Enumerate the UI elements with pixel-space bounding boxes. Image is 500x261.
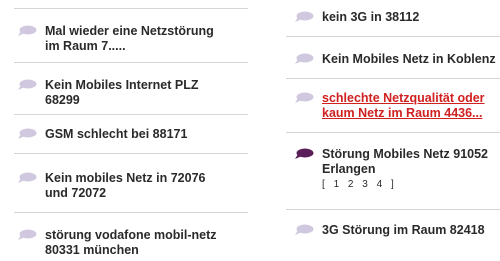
- separator: [14, 8, 248, 9]
- pagination-open-bracket: [: [322, 179, 328, 190]
- separator: [286, 209, 500, 210]
- speech-bubble-icon: [17, 25, 37, 37]
- topic-title[interactable]: Kein mobiles Netz in 72076: [45, 170, 205, 186]
- topic-title[interactable]: GSM schlecht bei 88171: [45, 126, 187, 142]
- separator: [14, 62, 248, 63]
- pagination-page-2[interactable]: 2: [348, 179, 357, 190]
- speech-bubble-icon: [17, 79, 37, 91]
- topic-title[interactable]: Kein Mobiles Internet PLZ: [45, 77, 199, 93]
- speech-bubble-icon: [17, 172, 37, 184]
- topic-title[interactable]: Störung Mobiles Netz 91052: [322, 146, 488, 162]
- separator: [14, 114, 248, 115]
- topic-title-link[interactable]: schlechte Netzqualität oder: [322, 90, 485, 106]
- speech-bubble-icon: [294, 92, 314, 104]
- topic-title[interactable]: störung vodafone mobil-netz: [45, 227, 217, 243]
- topic-title-link-line-2[interactable]: kaum Netz im Raum 4436...: [322, 105, 482, 121]
- speech-bubble-icon: [17, 128, 37, 140]
- speech-bubble-active-icon: [294, 148, 314, 160]
- topic-title-line-2[interactable]: und 72072: [45, 185, 106, 201]
- topic-title[interactable]: Kein Mobiles Netz in Koblenz: [322, 51, 496, 67]
- right-topic-list: kein 3G in 38112 Kein Mobiles Netz in Ko…: [282, 0, 500, 261]
- separator: [14, 153, 248, 154]
- topic-title[interactable]: 3G Störung im Raum 82418: [322, 222, 485, 238]
- pagination-close-bracket: ]: [390, 179, 397, 190]
- separator: [14, 212, 248, 213]
- pagination-page-1[interactable]: 1: [334, 179, 343, 190]
- topic-title-line-2[interactable]: im Raum 7.....: [45, 38, 126, 54]
- speech-bubble-icon: [294, 53, 314, 65]
- left-topic-list: Mal wieder eine Netzstörung im Raum 7...…: [0, 0, 248, 261]
- topic-title[interactable]: kein 3G in 38112: [322, 9, 419, 25]
- topic-title[interactable]: Mal wieder eine Netzstörung: [45, 23, 214, 39]
- separator: [286, 36, 500, 37]
- pagination-page-3[interactable]: 3: [362, 179, 371, 190]
- topic-title-line-2[interactable]: 80331 münchen: [45, 242, 139, 258]
- pagination: [ 1 2 3 4 ]: [322, 179, 397, 190]
- topic-title-line-2[interactable]: 68299: [45, 92, 80, 108]
- separator: [286, 132, 500, 133]
- speech-bubble-icon: [294, 224, 314, 236]
- separator: [286, 78, 500, 79]
- speech-bubble-icon: [294, 11, 314, 23]
- topic-title-line-2[interactable]: Erlangen: [322, 161, 376, 177]
- speech-bubble-icon: [17, 229, 37, 241]
- pagination-page-4[interactable]: 4: [377, 179, 386, 190]
